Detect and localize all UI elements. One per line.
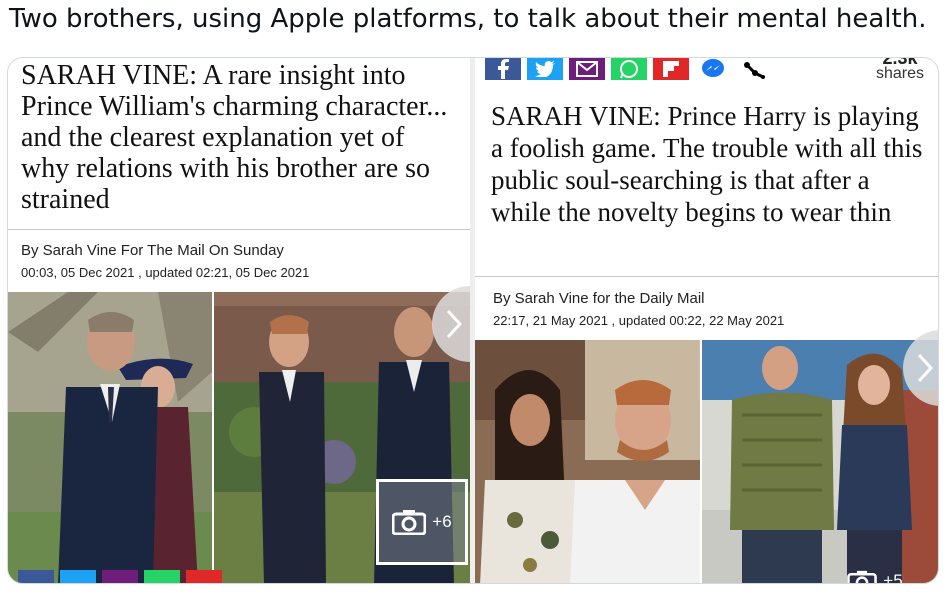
right-gallery-count: +5 [883,571,903,584]
email-icon[interactable] [569,58,605,80]
shares-counter: 2.3k shares [876,58,924,82]
right-headline: SARAH VINE: Prince Harry is playing a fo… [491,101,923,227]
flipboard-icon[interactable] [653,58,689,80]
left-byline: By Sarah Vine For The Mail On Sunday [21,242,284,259]
left-share-strip [18,570,222,583]
camera-icon [392,510,427,535]
right-dateline: 22:17, 21 May 2021 , updated 00:22, 22 M… [493,313,785,328]
right-article-card[interactable]: 2.3k shares SARAH VINE: Prince Harry is … [475,58,938,584]
camera-icon [847,570,878,583]
left-article-card[interactable]: SARAH VINE: A rare insight into Prince W… [8,58,470,583]
left-gallery-chip[interactable]: +6 [376,479,468,565]
right-byline: By Sarah Vine for the Daily Mail [493,290,705,307]
right-gallery-chip[interactable]: +5 [835,566,915,584]
chevron-right-icon [917,353,933,383]
left-photo-william-kate [8,292,212,583]
media-frame[interactable]: SARAH VINE: A rare insight into Prince W… [7,57,939,584]
left-divider [8,229,470,230]
left-gallery-count: +6 [432,512,452,531]
tweet-caption: Two brothers, using Apple platforms, to … [9,4,927,34]
messenger-icon[interactable] [695,58,731,80]
shares-label: shares [875,65,924,82]
share-icon[interactable] [737,58,773,80]
whatsapp-icon[interactable] [611,58,647,80]
chevron-right-icon [446,309,462,339]
right-photo-william-kate [702,340,938,583]
right-divider [475,276,938,277]
left-dateline: 00:03, 05 Dec 2021 , updated 02:21, 05 D… [21,265,310,280]
left-headline: SARAH VINE: A rare insight into Prince W… [21,60,448,215]
right-photo-meghan-harry [475,340,700,583]
facebook-icon[interactable] [485,58,521,80]
twitter-icon[interactable] [527,58,563,80]
share-row [485,58,773,80]
